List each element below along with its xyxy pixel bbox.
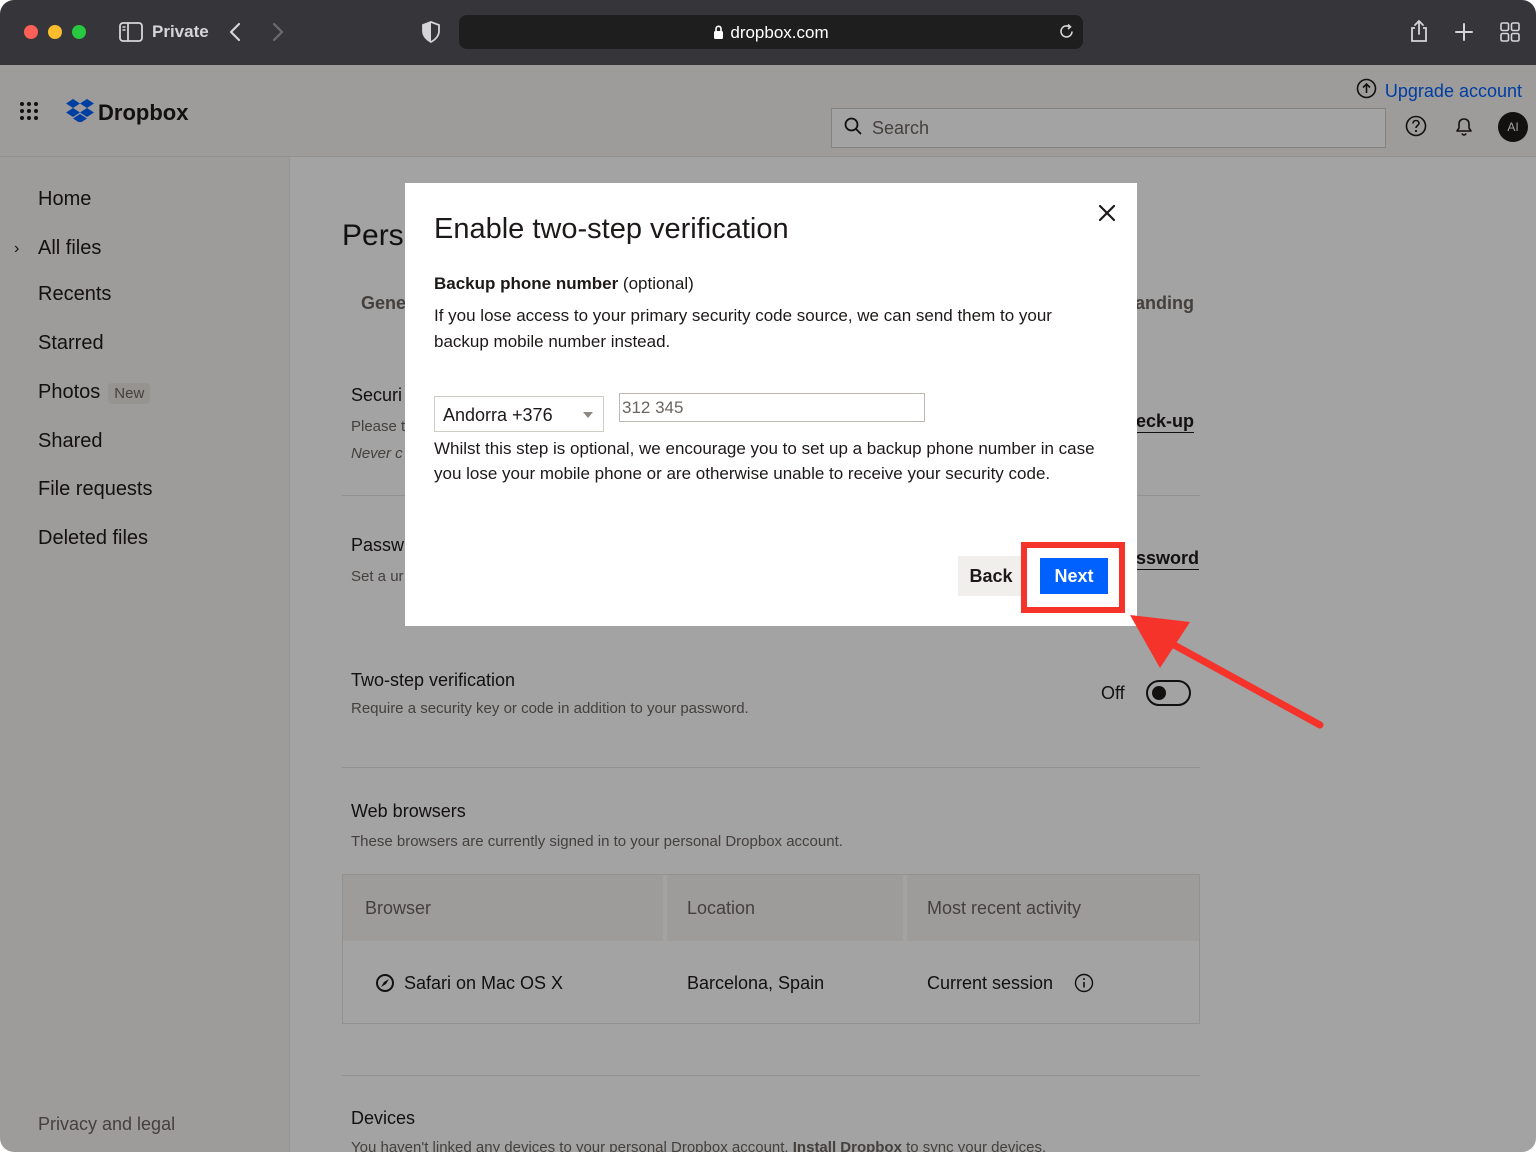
private-mode-label: Private xyxy=(152,22,209,41)
url-text: dropbox.com xyxy=(730,23,829,42)
reload-icon[interactable] xyxy=(1058,23,1075,45)
new-tab-icon[interactable] xyxy=(1454,22,1474,47)
sidebar-toggle-icon[interactable] xyxy=(119,22,143,47)
annotation-arrow-icon xyxy=(1125,610,1325,740)
country-code-value: Andorra +376 xyxy=(443,405,553,425)
back-icon[interactable] xyxy=(228,22,242,47)
browser-window: Private dropbox.com Dropbox Upgrade acco… xyxy=(0,0,1536,1152)
tab-overview-icon[interactable] xyxy=(1500,22,1520,47)
highlight-box xyxy=(1021,542,1125,613)
close-icon[interactable] xyxy=(1095,201,1119,225)
phone-number-input[interactable] xyxy=(619,393,925,422)
back-button[interactable]: Back xyxy=(958,556,1024,596)
modal-intro-text: If you lose access to your primary secur… xyxy=(434,306,1052,351)
browser-toolbar: Private dropbox.com xyxy=(0,0,1536,65)
country-code-select[interactable]: Andorra +376 xyxy=(434,396,604,432)
minimize-window-button[interactable] xyxy=(48,25,62,39)
backup-phone-label: Backup phone number (optional) xyxy=(434,274,694,293)
forward-icon[interactable] xyxy=(271,22,285,47)
modal-title: Enable two-step verification xyxy=(434,213,789,245)
shield-icon[interactable] xyxy=(421,21,441,48)
share-icon[interactable] xyxy=(1409,19,1429,48)
close-window-button[interactable] xyxy=(24,25,38,39)
modal-note-text: Whilst this step is optional, we encoura… xyxy=(434,439,1095,483)
lock-icon xyxy=(713,25,724,45)
zoom-window-button[interactable] xyxy=(72,25,86,39)
chevron-down-icon xyxy=(583,412,593,418)
address-bar[interactable]: dropbox.com xyxy=(459,15,1083,49)
